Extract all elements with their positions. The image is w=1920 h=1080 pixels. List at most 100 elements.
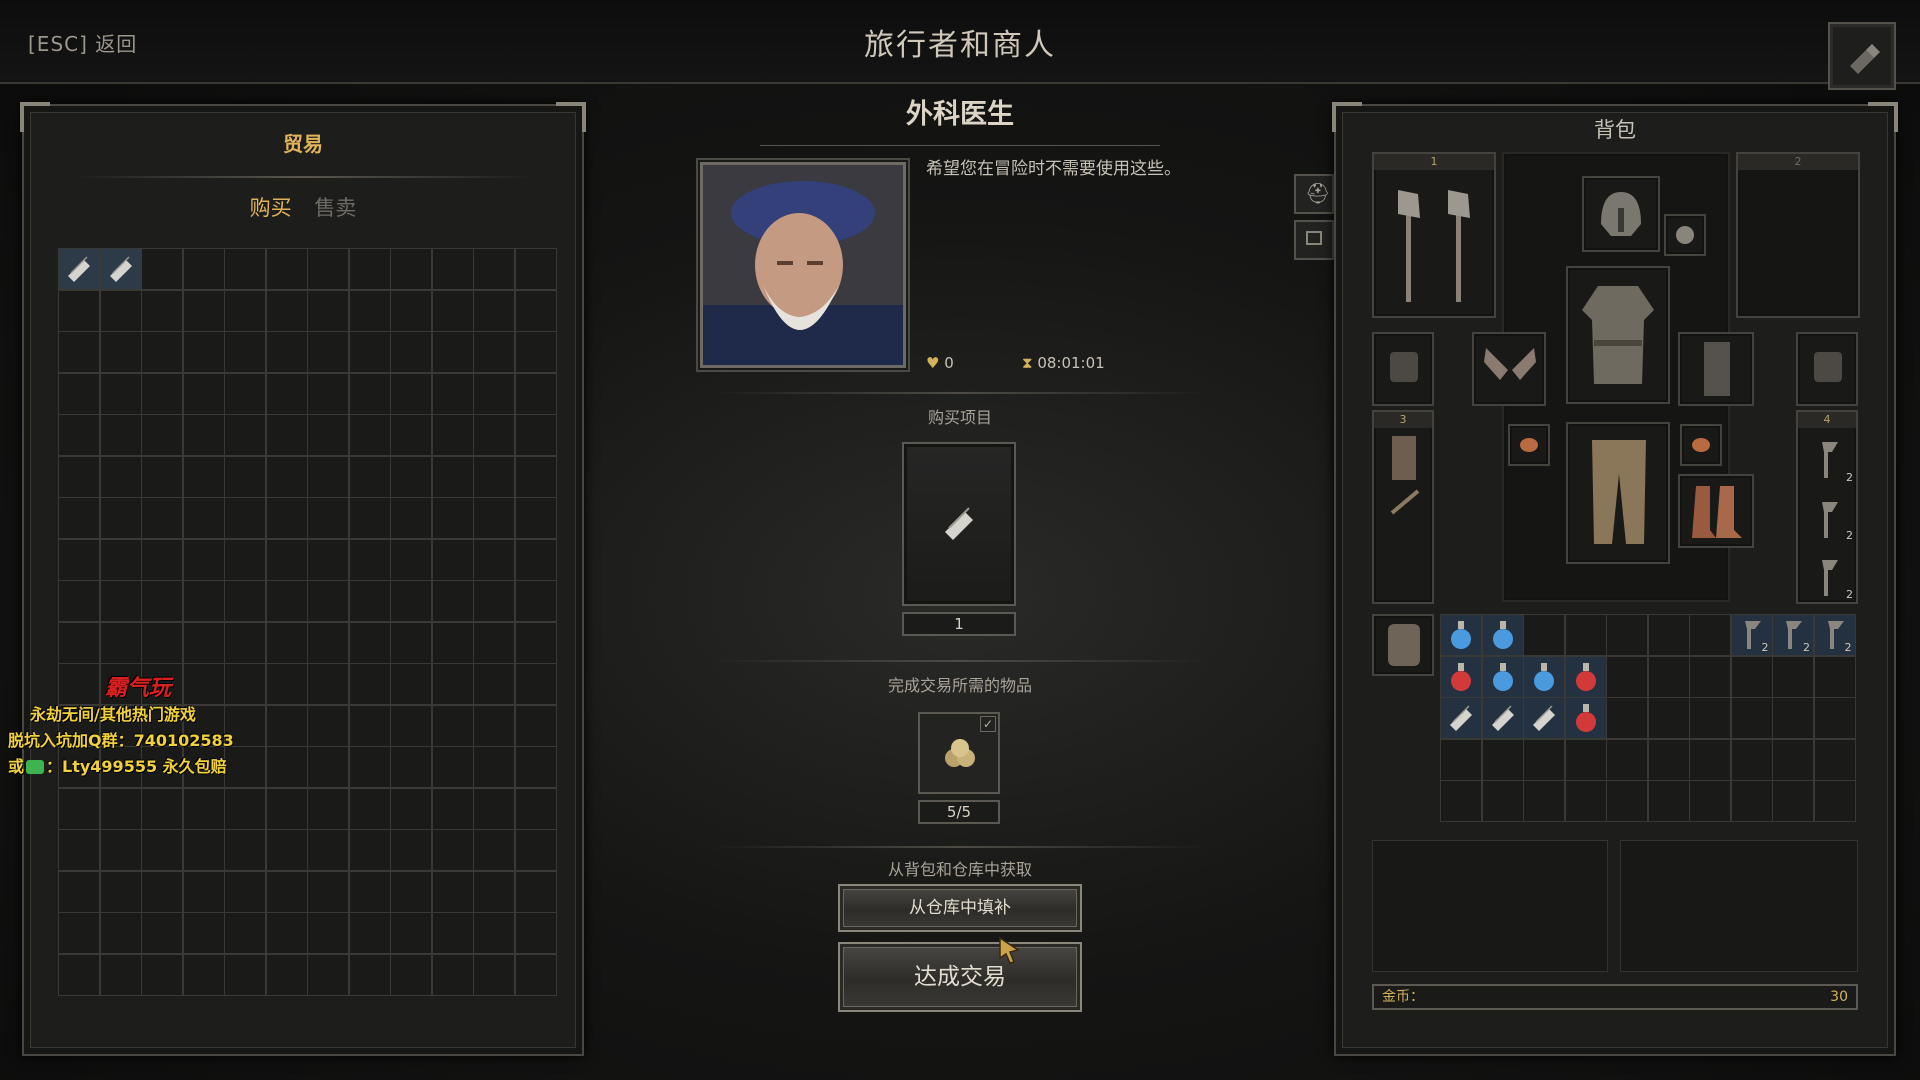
- inventory-cell[interactable]: [308, 871, 348, 912]
- inventory-cell[interactable]: [349, 871, 390, 912]
- inventory-cell[interactable]: [59, 249, 99, 289]
- inventory-cell[interactable]: [432, 913, 473, 953]
- inventory-cell[interactable]: [142, 954, 182, 995]
- inventory-cell[interactable]: [349, 664, 390, 704]
- inventory-cell[interactable]: [432, 373, 473, 414]
- legs-armor-slot[interactable]: [1566, 422, 1670, 564]
- inventory-cell[interactable]: [266, 249, 307, 289]
- inventory-cell[interactable]: [474, 664, 514, 704]
- inventory-cell[interactable]: [391, 954, 431, 995]
- inventory-cell[interactable]: [183, 456, 224, 497]
- inventory-cell[interactable]: [474, 373, 514, 414]
- inventory-cell[interactable]: [349, 456, 390, 497]
- inventory-cell[interactable]: [225, 622, 265, 663]
- inventory-cell[interactable]: [1482, 781, 1523, 821]
- pouch-slot-left[interactable]: [1372, 840, 1608, 972]
- inventory-cell[interactable]: [142, 913, 182, 953]
- ring-slot-right[interactable]: [1680, 424, 1722, 466]
- inventory-cell[interactable]: [266, 581, 307, 621]
- inventory-cell[interactable]: [349, 373, 390, 414]
- inventory-cell[interactable]: [1565, 698, 1606, 738]
- inventory-cell[interactable]: [349, 498, 390, 538]
- inventory-cell[interactable]: [515, 788, 556, 829]
- inventory-cell[interactable]: [100, 581, 141, 621]
- inventory-cell[interactable]: [515, 498, 556, 538]
- inventory-cell[interactable]: [432, 788, 473, 829]
- inventory-cell[interactable]: [515, 622, 556, 663]
- inventory-cell[interactable]: [308, 788, 348, 829]
- inventory-cell[interactable]: [391, 788, 431, 829]
- inventory-cell[interactable]: [100, 373, 141, 414]
- inventory-cell[interactable]: [266, 290, 307, 331]
- inventory-cell[interactable]: [266, 415, 307, 455]
- inventory-cell[interactable]: [142, 249, 182, 289]
- inventory-cell[interactable]: [474, 581, 514, 621]
- inventory-cell[interactable]: [142, 456, 182, 497]
- inventory-cell[interactable]: [432, 581, 473, 621]
- inventory-cell[interactable]: [515, 913, 556, 953]
- inventory-cell[interactable]: [391, 622, 431, 663]
- weapon-set-1-slot[interactable]: 1: [1372, 152, 1496, 318]
- inventory-cell[interactable]: [308, 913, 348, 953]
- inventory-cell[interactable]: [1690, 698, 1730, 738]
- inventory-cell[interactable]: 2: [1814, 615, 1855, 655]
- inventory-cell[interactable]: [391, 498, 431, 538]
- inventory-cell[interactable]: [308, 539, 348, 580]
- inventory-cell[interactable]: [474, 747, 514, 787]
- boots-slot[interactable]: [1678, 474, 1754, 548]
- inventory-cell[interactable]: [349, 581, 390, 621]
- inventory-cell[interactable]: [225, 249, 265, 289]
- inventory-cell[interactable]: [183, 249, 224, 289]
- fill-from-stash-button[interactable]: 从仓库中填补: [838, 884, 1082, 932]
- inventory-cell[interactable]: [515, 332, 556, 372]
- inventory-cell[interactable]: [142, 332, 182, 372]
- inventory-cell[interactable]: [1648, 615, 1689, 655]
- inventory-cell[interactable]: [1607, 781, 1647, 821]
- inventory-cell[interactable]: [1482, 698, 1523, 738]
- inventory-cell[interactable]: [100, 539, 141, 580]
- inventory-cell[interactable]: [1648, 698, 1689, 738]
- inventory-cell[interactable]: [1690, 615, 1730, 655]
- inventory-cell[interactable]: [515, 871, 556, 912]
- inventory-cell[interactable]: [266, 456, 307, 497]
- inventory-cell[interactable]: [59, 498, 99, 538]
- inventory-cell[interactable]: [1731, 656, 1772, 697]
- inventory-cell[interactable]: [142, 871, 182, 912]
- inventory-cell[interactable]: [349, 539, 390, 580]
- inventory-cell[interactable]: [225, 871, 265, 912]
- inventory-cell[interactable]: [515, 290, 556, 331]
- accessory-slot-right[interactable]: [1796, 332, 1858, 406]
- chest-armor-slot[interactable]: [1566, 266, 1670, 404]
- inventory-cell[interactable]: [391, 747, 431, 787]
- inventory-cell[interactable]: [515, 664, 556, 704]
- inventory-cell[interactable]: [1690, 656, 1730, 697]
- inventory-cell[interactable]: [308, 290, 348, 331]
- inventory-cell[interactable]: [225, 373, 265, 414]
- inventory-cell[interactable]: [432, 539, 473, 580]
- inventory-cell[interactable]: 2: [1773, 615, 1813, 655]
- inventory-cell[interactable]: [142, 788, 182, 829]
- inventory-cell[interactable]: [1648, 781, 1689, 821]
- inventory-cell[interactable]: [100, 913, 141, 953]
- inventory-cell[interactable]: [308, 456, 348, 497]
- inventory-cell[interactable]: [183, 415, 224, 455]
- inventory-cell[interactable]: [1441, 615, 1481, 655]
- inventory-cell[interactable]: [225, 581, 265, 621]
- ring-slot-left[interactable]: [1508, 424, 1550, 466]
- inventory-cell[interactable]: [1773, 739, 1813, 780]
- inventory-cell[interactable]: [474, 498, 514, 538]
- buy-item-card[interactable]: [902, 442, 1016, 606]
- inventory-cell[interactable]: [432, 871, 473, 912]
- inventory-cell[interactable]: [1773, 698, 1813, 738]
- inventory-cell[interactable]: [308, 705, 348, 746]
- inventory-cell[interactable]: [142, 622, 182, 663]
- inventory-cell[interactable]: [59, 456, 99, 497]
- inventory-cell[interactable]: [1731, 739, 1772, 780]
- inventory-cell[interactable]: [59, 290, 99, 331]
- inventory-cell[interactable]: [349, 705, 390, 746]
- inventory-cell[interactable]: [266, 622, 307, 663]
- inventory-cell[interactable]: [1482, 615, 1523, 655]
- inventory-cell[interactable]: [183, 332, 224, 372]
- inventory-cell[interactable]: [432, 332, 473, 372]
- inventory-cell[interactable]: [1565, 781, 1606, 821]
